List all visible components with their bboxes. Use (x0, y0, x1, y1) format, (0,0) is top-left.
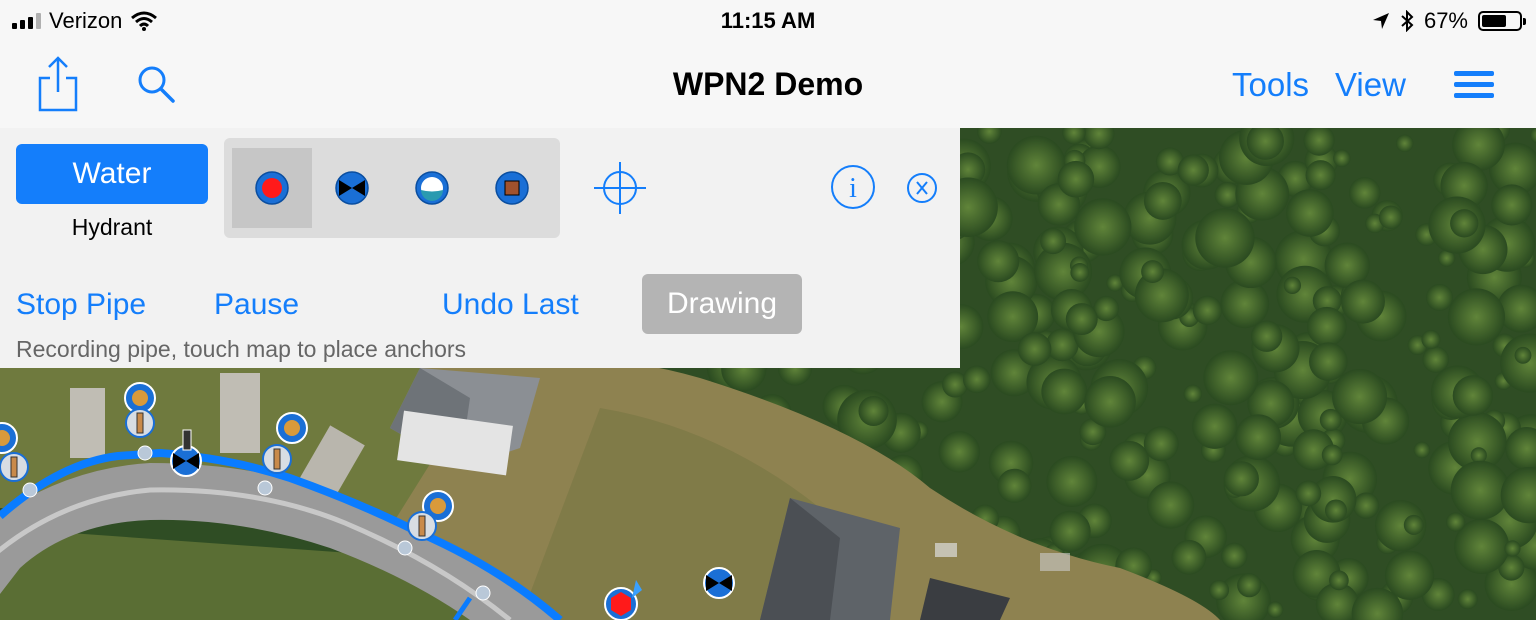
crosshair-icon[interactable] (594, 162, 646, 214)
drawing-status-button[interactable]: Drawing (642, 274, 802, 334)
info-icon[interactable]: i (830, 164, 876, 210)
service-line-marker[interactable] (262, 444, 292, 474)
battery-percent: 67% (1423, 8, 1468, 33)
feature-type-selector (224, 138, 560, 238)
service-line-marker[interactable] (0, 452, 29, 482)
status-right: 67% (1372, 8, 1526, 34)
valve-marker[interactable] (703, 567, 735, 599)
location-arrow-icon (1372, 13, 1389, 29)
stop-pipe-button[interactable]: Stop Pipe (16, 288, 146, 322)
close-icon[interactable] (906, 172, 938, 204)
status-time: 11:15 AM (720, 8, 816, 33)
battery-icon (1478, 11, 1526, 31)
undo-last-button[interactable]: Undo Last (442, 288, 579, 322)
tank-type-button[interactable] (392, 148, 472, 228)
tank-icon (415, 171, 449, 205)
recording-hint: Recording pipe, touch map to place ancho… (16, 336, 467, 362)
hydrant-icon (255, 171, 289, 205)
service-line-marker[interactable] (407, 511, 437, 541)
feature-edit-panel: Water Hydrant i Stop Pipe Pause Undo Las… (0, 128, 960, 368)
valve-icon (335, 171, 369, 205)
tools-button[interactable]: Tools (1232, 66, 1309, 104)
valve-type-button[interactable] (312, 148, 392, 228)
layer-water-button[interactable]: Water (16, 144, 208, 204)
bluetooth-icon (1401, 10, 1414, 32)
navigation-bar: WPN2 Demo Tools View (0, 40, 1536, 129)
pause-button[interactable]: Pause (214, 288, 299, 322)
meter-icon (495, 171, 529, 205)
service-line-marker[interactable] (125, 408, 155, 438)
hydrant-type-button[interactable] (232, 148, 312, 228)
svg-text:i: i (849, 173, 857, 204)
view-button[interactable]: View (1335, 66, 1406, 104)
status-bar: Verizon 11:15 AM 67% (0, 0, 1536, 40)
meter-type-button[interactable] (472, 148, 552, 228)
feature-type-label: Hydrant (71, 214, 153, 240)
service-pin-marker[interactable] (276, 412, 308, 444)
menu-icon[interactable] (1452, 70, 1496, 100)
